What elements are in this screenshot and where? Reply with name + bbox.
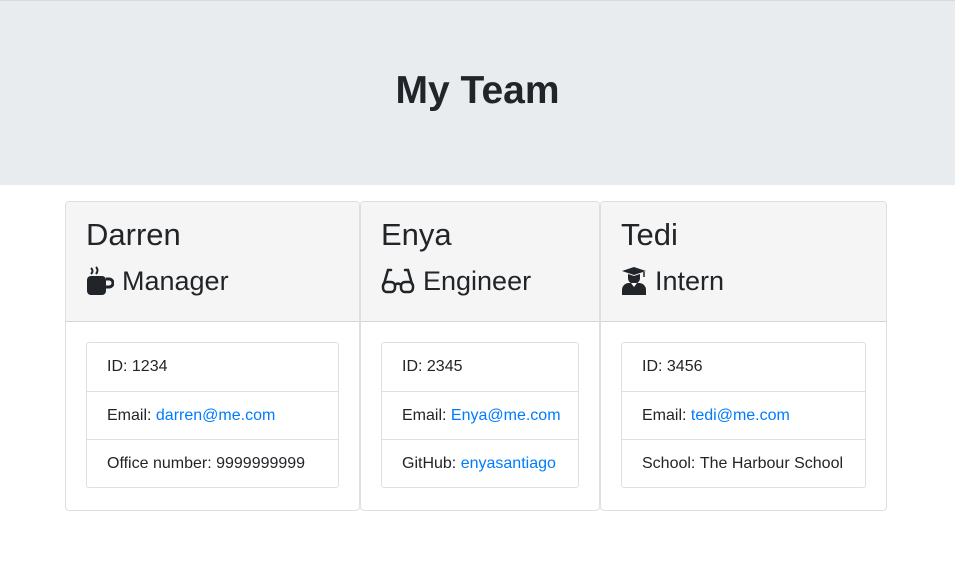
list-item-email: Email: tedi@me.com bbox=[622, 391, 865, 439]
office-number-value: 9999999999 bbox=[216, 454, 306, 472]
school-value: The Harbour School bbox=[699, 454, 844, 472]
card-header: Darren Manager bbox=[66, 202, 359, 322]
school-label: School: bbox=[642, 454, 696, 472]
page-title: My Team bbox=[395, 69, 560, 112]
graduate-icon bbox=[621, 266, 647, 296]
employee-name: Enya bbox=[381, 217, 452, 252]
employee-details-list: ID: 2345 Email: Enya@me.com GitHub: enya… bbox=[381, 342, 579, 488]
list-item-email: Email: darren@me.com bbox=[87, 391, 338, 439]
email-label: Email: bbox=[402, 406, 447, 424]
card-header: Enya Engineer bbox=[361, 202, 599, 322]
employee-card-manager: Darren Manager ID: 1234 Email: darren@me… bbox=[65, 201, 360, 511]
id-value: 3456 bbox=[666, 358, 703, 375]
list-item-id: ID: 2345 bbox=[382, 343, 578, 391]
office-number-label: Office number: bbox=[107, 454, 212, 472]
employee-card-engineer: Enya Engineer ID: 2345 Email: Enya@me.co… bbox=[360, 201, 600, 511]
email-label: Email: bbox=[107, 406, 152, 424]
employee-details-list: ID: 3456 Email: tedi@me.com School: The … bbox=[621, 342, 866, 488]
coffee-mug-icon bbox=[86, 266, 114, 296]
employee-role: Manager bbox=[86, 264, 339, 298]
employee-role-label: Intern bbox=[655, 266, 725, 296]
employee-role-label: Manager bbox=[122, 266, 229, 296]
list-item-email: Email: Enya@me.com bbox=[382, 391, 578, 439]
employee-role: Engineer bbox=[381, 264, 579, 298]
email-link[interactable]: darren@me.com bbox=[156, 407, 275, 425]
list-item-school: School: The Harbour School bbox=[622, 439, 865, 487]
github-label: GitHub: bbox=[402, 454, 457, 472]
employee-card-intern: Tedi Intern ID: 3456 Email: tedi@me.com bbox=[600, 201, 887, 511]
employee-details-list: ID: 1234 Email: darren@me.com Office num… bbox=[86, 342, 339, 488]
id-label: ID: bbox=[107, 358, 128, 375]
employee-role-label: Engineer bbox=[423, 266, 532, 296]
employee-role: Intern bbox=[621, 264, 866, 298]
list-item-id: ID: 3456 bbox=[622, 343, 865, 391]
employee-name: Darren bbox=[86, 217, 181, 252]
id-label: ID: bbox=[402, 358, 423, 375]
email-label: Email: bbox=[642, 406, 687, 424]
github-link[interactable]: enyasantiago bbox=[461, 455, 556, 473]
id-value: 1234 bbox=[131, 358, 168, 375]
card-header: Tedi Intern bbox=[601, 202, 886, 322]
email-link[interactable]: Enya@me.com bbox=[451, 407, 561, 425]
header-jumbotron: My Team bbox=[0, 0, 955, 185]
employee-name: Tedi bbox=[621, 217, 678, 252]
glasses-icon bbox=[381, 266, 415, 296]
list-item-github: GitHub: enyasantiago bbox=[382, 439, 578, 487]
list-item-office-number: Office number: 9999999999 bbox=[87, 439, 338, 487]
id-value: 2345 bbox=[426, 358, 463, 375]
id-label: ID: bbox=[642, 358, 663, 375]
list-item-id: ID: 1234 bbox=[87, 343, 338, 391]
email-link[interactable]: tedi@me.com bbox=[691, 407, 790, 425]
